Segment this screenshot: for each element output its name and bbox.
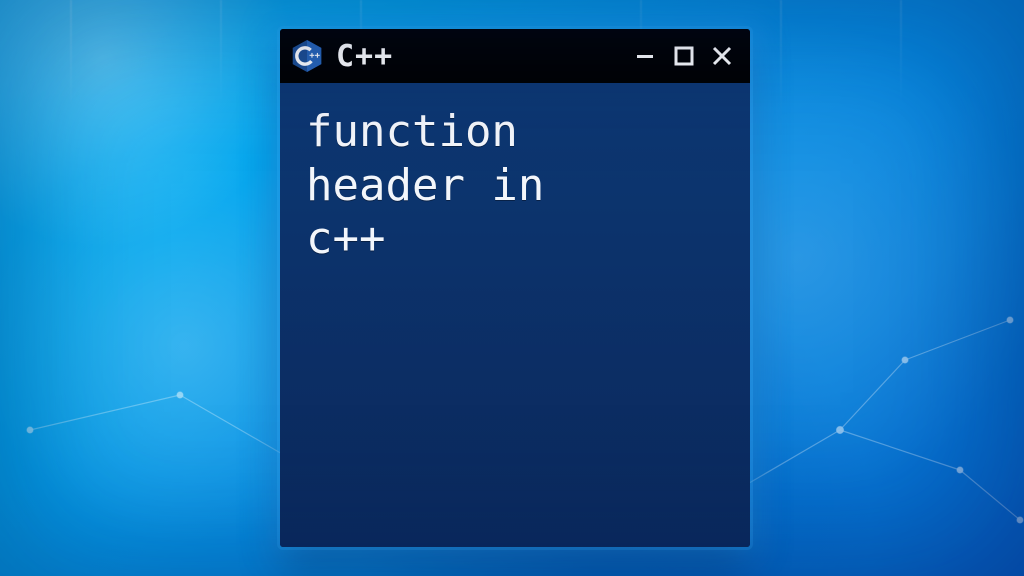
titlebar[interactable]: C++: [280, 29, 750, 83]
window-title: C++: [336, 39, 393, 74]
minimize-button[interactable]: [632, 42, 660, 70]
maximize-icon: [673, 45, 695, 67]
terminal-content: function header in c++: [280, 83, 750, 547]
window-controls: [632, 42, 736, 70]
close-icon: [711, 45, 733, 67]
minimize-icon: [635, 45, 657, 67]
terminal-window: C++ function header in c++: [280, 29, 750, 547]
cpp-logo-icon: [290, 39, 324, 73]
page-background: C++ function header in c++: [0, 0, 1024, 576]
close-button[interactable]: [708, 42, 736, 70]
terminal-text: function header in c++: [306, 105, 726, 266]
maximize-button[interactable]: [670, 42, 698, 70]
